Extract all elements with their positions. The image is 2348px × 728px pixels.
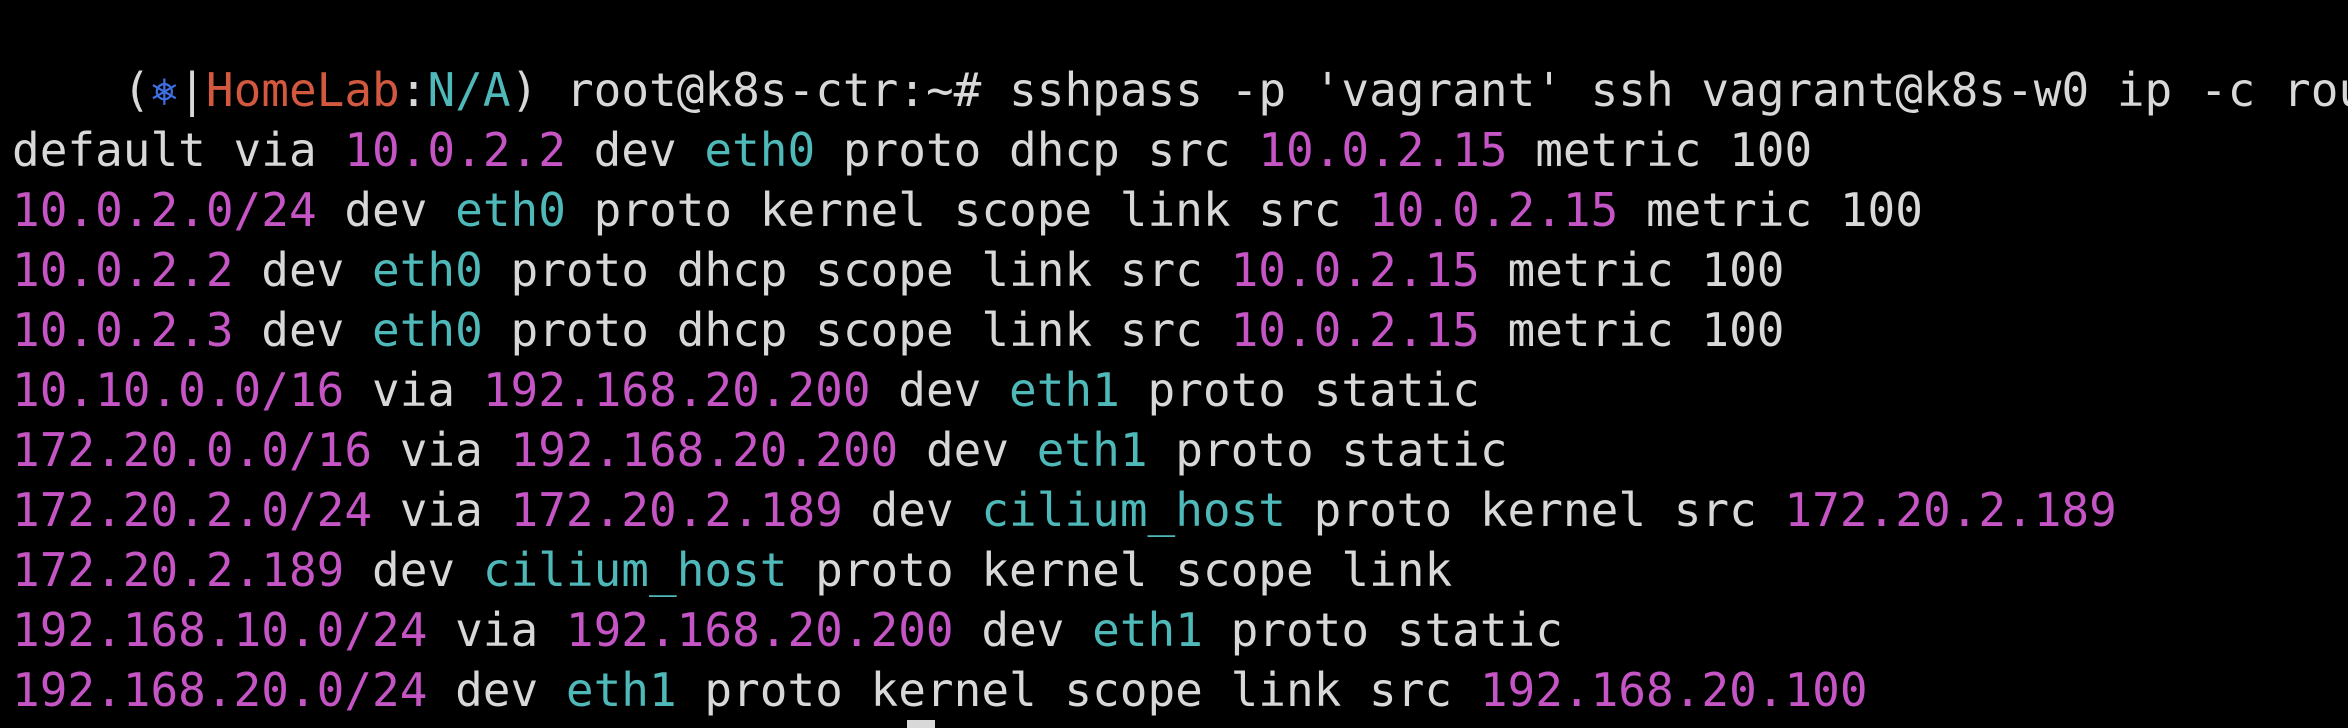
route-text: proto static [1119,363,1480,417]
route-text: metric 100 [1479,303,1785,357]
ip-address: 192.168.20.200 [482,363,871,417]
kube-context: HomeLab [205,63,400,117]
interface-name: cilium_host [981,483,1286,537]
ip-address: 10.0.2.2 [344,123,566,177]
ip-address: 10.0.2.2 [12,243,234,297]
route-text: proto kernel scope link src [565,183,1370,237]
route-line: default via 10.0.2.2 dev eth0 proto dhcp… [12,120,2348,180]
route-line: 10.0.2.2 dev eth0 proto dhcp scope link … [12,240,2348,300]
command-text: sshpass -p 'vagrant' ssh vagrant@k8s-w0 … [1009,63,2348,117]
interface-name: eth0 [372,243,483,297]
route-line: 192.168.10.0/24 via 192.168.20.200 dev e… [12,600,2348,660]
ip-address: 172.20.2.189 [510,483,843,537]
route-text: dev [953,603,1093,657]
route-line: 172.20.0.0/16 via 192.168.20.200 dev eth… [12,420,2348,480]
interface-name: eth1 [565,663,677,717]
prompt-separator: | [178,63,206,117]
route-text: proto kernel scope link src [676,663,1480,717]
route-text: via [427,603,566,657]
ip-address: 172.20.0.0/16 [12,423,373,477]
route-text: dev [233,243,373,297]
ip-address: 172.20.2.0/24 [12,483,373,537]
prompt-colon: : [399,63,428,117]
route-text: dev [427,663,566,717]
prompt-line: (⎈|HomeLab:N/A) root@k8s-ctr:~# sshpass … [12,0,2348,117]
interface-name: eth1 [1009,363,1120,417]
ip-address: 10.10.0.0/16 [12,363,345,417]
route-line: 172.20.2.189 dev cilium_host proto kerne… [12,540,2348,600]
route-line: 10.0.2.3 dev eth0 proto dhcp scope link … [12,300,2348,360]
prompt-user-host: root@k8s-ctr:~# [538,63,1010,117]
route-line: 172.20.2.0/24 via 172.20.2.189 dev ciliu… [12,480,2348,540]
terminal-cursor [907,720,935,728]
prompt-open-paren: ( [122,63,151,117]
route-text: dev [233,303,373,357]
route-text: default via [12,123,345,177]
route-text: via [372,483,511,537]
interface-name: cilium_host [482,543,788,597]
interface-name: eth0 [455,183,566,237]
ip-address: 192.168.20.100 [1479,663,1868,717]
route-text: metric 100 [1507,123,1813,177]
interface-name: eth0 [372,303,483,357]
ip-address: 192.168.20.200 [510,423,899,477]
route-text: proto dhcp src [815,123,1259,177]
route-text: dev [898,423,1037,477]
route-text: via [344,363,483,417]
ip-address: 10.0.2.15 [1230,303,1480,357]
route-text: proto dhcp scope link src [482,303,1231,357]
interface-name: eth1 [1092,603,1203,657]
interface-name: eth0 [704,123,816,177]
prompt-close-paren: ) [510,63,539,117]
terminal-window[interactable]: (⎈|HomeLab:N/A) root@k8s-ctr:~# sshpass … [0,0,2348,728]
route-text: metric 100 [1479,243,1785,297]
ip-address: 192.168.20.0/24 [12,663,428,717]
ip-address: 172.20.2.189 [1784,483,2117,537]
ip-address: 10.0.2.3 [12,303,234,357]
route-text: dev [344,543,483,597]
ip-address: 10.0.2.15 [1230,243,1480,297]
route-line: 10.0.2.0/24 dev eth0 proto kernel scope … [12,180,2348,240]
route-text: proto static [1202,603,1563,657]
route-text: metric 100 [1618,183,1923,237]
route-text: dev [842,483,982,537]
route-text: dev [870,363,1010,417]
route-text: proto kernel src [1285,483,1785,537]
command-output: default via 10.0.2.2 dev eth0 proto dhcp… [12,120,2348,720]
route-text: proto static [1147,423,1508,477]
route-text: proto dhcp scope link src [482,243,1231,297]
ip-address: 172.20.2.189 [12,543,345,597]
route-line: 192.168.20.0/24 dev eth1 proto kernel sc… [12,660,2348,720]
interface-name: eth1 [1036,423,1148,477]
route-text: dev [565,123,705,177]
route-text: proto kernel scope link [787,543,1453,597]
kube-namespace: N/A [427,63,511,117]
ip-address: 192.168.10.0/24 [12,603,428,657]
kubernetes-icon: ⎈ [150,63,179,117]
ip-address: 10.0.2.15 [1258,123,1508,177]
ip-address: 10.0.2.0/24 [12,183,317,237]
ip-address: 192.168.20.200 [565,603,954,657]
route-line: 10.10.0.0/16 via 192.168.20.200 dev eth1… [12,360,2348,420]
route-text: dev [316,183,456,237]
ip-address: 10.0.2.15 [1369,183,1619,237]
route-text: via [372,423,511,477]
